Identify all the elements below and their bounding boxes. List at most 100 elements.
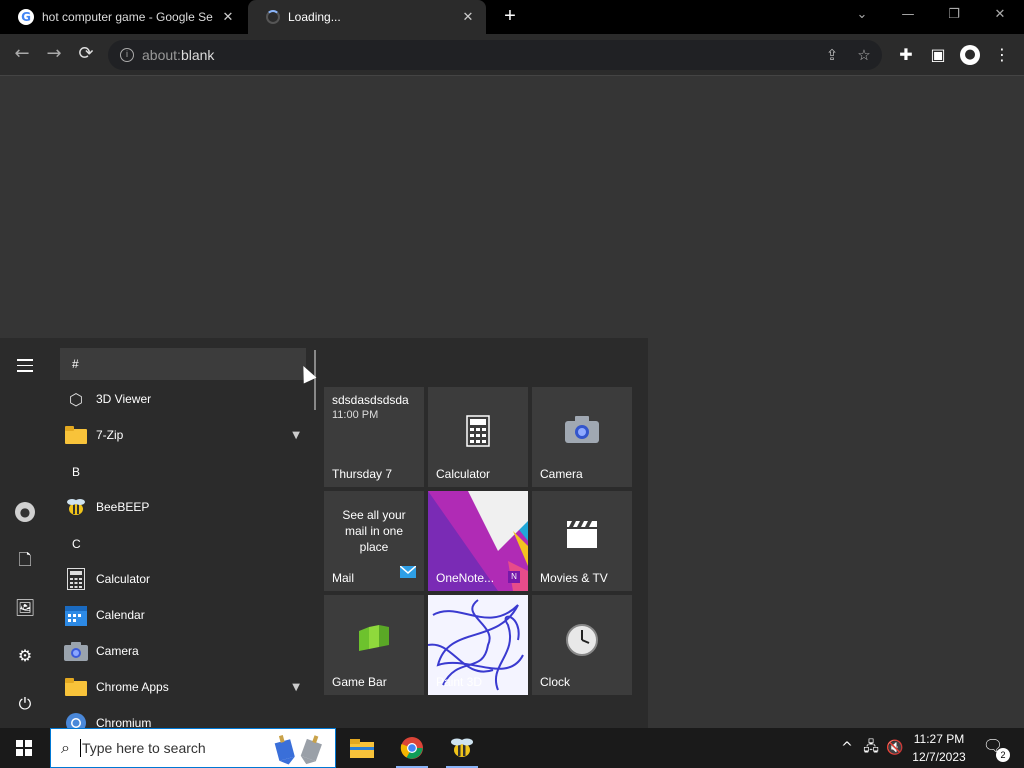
calendar-event-title: sdsdasdsdsda (332, 393, 409, 407)
volume-muted-icon[interactable]: 🔇 (884, 728, 906, 768)
tile-label: Camera (540, 467, 583, 481)
extensions-icon[interactable]: ✚ (894, 43, 918, 67)
side-panel-icon[interactable]: ▣ (926, 43, 950, 67)
app-camera[interactable]: Camera (60, 633, 306, 669)
tile-label: Paint 3D (436, 675, 483, 689)
tab-search-button[interactable]: ⌄ (842, 4, 882, 28)
app-beebeep[interactable]: BeeBEEP (60, 489, 306, 525)
calculator-icon (428, 415, 528, 455)
notification-count-badge: 2 (996, 748, 1010, 762)
tile-clock[interactable]: Clock (532, 595, 632, 695)
pictures-icon[interactable]: 🖼 (12, 596, 38, 620)
folder-icon (64, 675, 88, 699)
network-icon[interactable]: 🖧 (860, 728, 882, 768)
address-prefix: about: (142, 47, 181, 63)
tile-movies-tv[interactable]: Movies & TV (532, 491, 632, 591)
show-hidden-icons-chevron-icon[interactable]: ^ (838, 728, 856, 768)
menu-icon[interactable] (12, 355, 38, 379)
menu-kebab-icon[interactable]: ⋮ (990, 43, 1014, 67)
new-tab-button[interactable]: + (498, 5, 522, 29)
app-7-zip[interactable]: 7-Zip ▼ (60, 417, 306, 453)
browser-tab-strip: G hot computer game - Google Se ✕ Loadin… (0, 0, 1024, 34)
tile-calculator[interactable]: Calculator (428, 387, 528, 487)
clapperboard-icon (532, 519, 632, 557)
action-center-button[interactable]: 🗨 2 (980, 736, 1010, 762)
google-icon: G (18, 9, 34, 25)
app-label: 7-Zip (96, 428, 124, 442)
group-header-b[interactable]: B (60, 456, 306, 488)
minimize-button[interactable]: — (888, 4, 928, 28)
tile-calendar[interactable]: sdsdasdsdsda 11:00 PM Thursday 7 (324, 387, 424, 487)
calculator-icon (64, 567, 88, 591)
clock-time: 11:27 PM (913, 732, 965, 746)
tile-game-bar[interactable]: Game Bar (324, 595, 424, 695)
app-list: # ⬡ 3D Viewer 7-Zip ▼ B BeeBEEP C Calcul… (60, 346, 306, 728)
address-value: blank (180, 47, 215, 63)
3d-viewer-icon: ⬡ (69, 389, 83, 409)
tile-label: OneNote... (436, 571, 495, 585)
share-icon[interactable]: ⇪ (822, 45, 842, 65)
forward-button[interactable]: → (42, 43, 66, 67)
stop-loading-button[interactable]: ⟳ (74, 43, 98, 67)
search-placeholder: Type here to search (81, 740, 206, 756)
search-icon: ⌕ (61, 738, 70, 757)
tile-onenote[interactable]: OneNote... N (428, 491, 528, 591)
site-info-icon[interactable]: i (120, 48, 134, 62)
taskbar-clock[interactable]: 11:27 PM 12/7/2023 (906, 730, 972, 766)
game-bar-icon (324, 623, 424, 661)
mail-icon (399, 565, 417, 583)
tile-paint-3d[interactable]: Paint 3D (428, 595, 528, 695)
app-label: Chrome Apps (96, 680, 169, 694)
app-label: BeeBEEP (96, 500, 150, 514)
app-list-scrollbar[interactable] (314, 350, 316, 410)
taskbar-file-explorer[interactable] (338, 728, 386, 768)
documents-icon[interactable]: 🗋 (12, 548, 38, 572)
bee-icon (451, 738, 473, 757)
group-header-hash[interactable]: # (60, 348, 306, 380)
tab-title: Loading... (288, 10, 341, 24)
address-bar[interactable]: i about: blank ⇪ ☆ (108, 40, 882, 70)
taskbar-beebeep[interactable] (438, 728, 486, 768)
chevron-down-icon[interactable]: ▼ (292, 682, 300, 693)
clock-icon (532, 623, 632, 665)
mail-blurb: See all your mail in one place (342, 508, 406, 554)
tile-camera[interactable]: Camera (532, 387, 632, 487)
chromium-icon (64, 711, 88, 728)
taskbar-chrome[interactable] (388, 728, 436, 768)
back-button[interactable]: ← (10, 43, 34, 67)
chevron-down-icon[interactable]: ▼ (292, 430, 300, 441)
bee-icon (64, 495, 88, 519)
tab-close-icon[interactable]: ✕ (460, 9, 476, 25)
tab-google-search[interactable]: G hot computer game - Google Se ✕ (0, 0, 246, 34)
onenote-icon: N (508, 571, 520, 583)
calendar-event-time: 11:00 PM (332, 409, 379, 421)
app-3d-viewer[interactable]: ⬡ 3D Viewer (60, 381, 306, 417)
close-window-button[interactable]: ✕ (980, 4, 1020, 28)
tab-title: hot computer game - Google Se (42, 10, 213, 24)
tab-loading[interactable]: Loading... ✕ (248, 0, 486, 34)
settings-icon[interactable]: ⚙ (12, 644, 38, 668)
user-icon[interactable]: ● (15, 502, 35, 522)
power-icon[interactable]: ⏻ (12, 692, 38, 716)
profile-icon[interactable]: ● (960, 45, 980, 65)
search-highlight-dreidel-icon[interactable] (265, 733, 329, 768)
tab-close-icon[interactable]: ✕ (220, 9, 236, 25)
bookmark-star-icon[interactable]: ☆ (854, 45, 874, 65)
group-header-c[interactable]: C (60, 528, 306, 560)
app-calculator[interactable]: Calculator (60, 561, 306, 597)
camera-icon (532, 415, 632, 451)
start-button[interactable] (0, 728, 48, 768)
app-calendar[interactable]: Calendar (60, 597, 306, 633)
chrome-icon (400, 737, 423, 759)
folder-icon (350, 739, 374, 758)
restore-button[interactable]: ❐ (934, 4, 974, 28)
taskbar: ⌕ Type here to search ^ 🖧 🔇 11:27 PM 12/… (0, 728, 1024, 768)
text-caret (79, 739, 81, 757)
tile-label: Game Bar (332, 675, 387, 689)
app-chromium[interactable]: Chromium (60, 705, 306, 728)
app-chrome-apps[interactable]: Chrome Apps ▼ (60, 669, 306, 705)
taskbar-search-box[interactable]: ⌕ Type here to search (50, 728, 336, 768)
app-label: Calendar (96, 608, 145, 622)
tile-mail[interactable]: See all your mail in one place Mail (324, 491, 424, 591)
tile-label: Movies & TV (540, 571, 608, 585)
